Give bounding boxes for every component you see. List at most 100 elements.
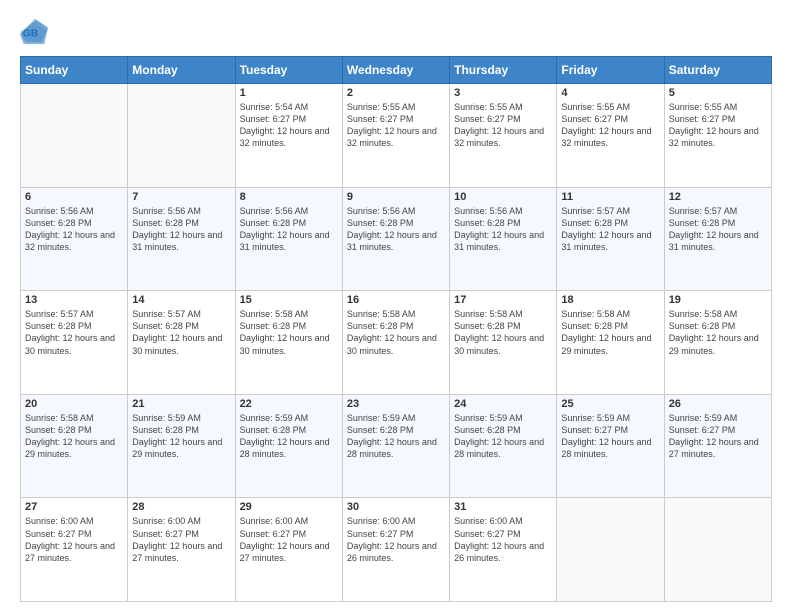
day-info: Sunrise: 6:00 AMSunset: 6:27 PMDaylight:…	[347, 515, 445, 564]
day-info: Sunrise: 5:57 AMSunset: 6:28 PMDaylight:…	[669, 205, 767, 254]
calendar-week-row: 6 Sunrise: 5:56 AMSunset: 6:28 PMDaylight…	[21, 187, 772, 291]
calendar-cell: 19Sunrise: 5:58 AMSunset: 6:28 PMDayligh…	[664, 291, 771, 395]
calendar-week-row: 1Sunrise: 5:54 AMSunset: 6:27 PMDaylight…	[21, 84, 772, 188]
day-info: Sunrise: 6:00 AMSunset: 6:27 PMDaylight:…	[454, 515, 552, 564]
calendar-cell: 16Sunrise: 5:58 AMSunset: 6:28 PMDayligh…	[342, 291, 449, 395]
calendar-header: SundayMondayTuesdayWednesdayThursdayFrid…	[21, 57, 772, 84]
weekday-header: Monday	[128, 57, 235, 84]
day-info: Sunrise: 5:57 AMSunset: 6:28 PMDaylight:…	[132, 308, 230, 357]
day-number: 25	[561, 398, 659, 410]
calendar-cell: 17 Sunrise: 5:58 AMSunset: 6:28 PMDayligh…	[450, 291, 557, 395]
day-number: 23	[347, 398, 445, 410]
calendar-cell	[128, 84, 235, 188]
day-info: Sunrise: 6:00 AMSunset: 6:27 PMDaylight:…	[25, 515, 123, 564]
calendar-cell: 27 Sunrise: 6:00 AMSunset: 6:27 PMDayligh…	[21, 498, 128, 602]
day-info: Sunrise: 5:59 AMSunset: 6:28 PMDaylight:…	[132, 412, 230, 461]
calendar-cell: 5 Sunrise: 5:55 AMSunset: 6:27 PMDaylight…	[664, 84, 771, 188]
day-number: 27	[25, 501, 123, 513]
day-number: 14	[132, 294, 230, 306]
calendar-week-row: 20Sunrise: 5:58 AMSunset: 6:28 PMDayligh…	[21, 394, 772, 498]
day-info: Sunrise: 5:56 AMSunset: 6:28 PMDaylight:…	[132, 205, 230, 254]
day-info: Sunrise: 5:56 AMSunset: 6:28 PMDaylight:…	[347, 205, 445, 254]
calendar-cell: 31Sunrise: 6:00 AMSunset: 6:27 PMDayligh…	[450, 498, 557, 602]
day-number: 17	[454, 294, 552, 306]
day-info: Sunrise: 5:58 AMSunset: 6:28 PMDaylight:…	[561, 308, 659, 357]
logo-icon: GB	[20, 18, 48, 46]
day-info: Sunrise: 5:58 AMSunset: 6:28 PMDaylight:…	[347, 308, 445, 357]
day-info: Sunrise: 5:59 AMSunset: 6:28 PMDaylight:…	[240, 412, 338, 461]
weekday-header: Thursday	[450, 57, 557, 84]
day-number: 24	[454, 398, 552, 410]
day-number: 19	[669, 294, 767, 306]
day-info: Sunrise: 5:56 AMSunset: 6:28 PMDaylight:…	[240, 205, 338, 254]
calendar-cell	[557, 498, 664, 602]
day-number: 18	[561, 294, 659, 306]
day-info: Sunrise: 5:59 AMSunset: 6:27 PMDaylight:…	[669, 412, 767, 461]
day-info: Sunrise: 5:57 AMSunset: 6:28 PMDaylight:…	[25, 308, 123, 357]
calendar-cell: 14 Sunrise: 5:57 AMSunset: 6:28 PMDayligh…	[128, 291, 235, 395]
day-number: 29	[240, 501, 338, 513]
calendar-cell: 11Sunrise: 5:57 AMSunset: 6:28 PMDayligh…	[557, 187, 664, 291]
weekday-header: Tuesday	[235, 57, 342, 84]
day-info: Sunrise: 5:56 AMSunset: 6:28 PMDaylight:…	[25, 205, 123, 254]
calendar-cell: 13Sunrise: 5:57 AMSunset: 6:28 PMDayligh…	[21, 291, 128, 395]
calendar-cell: 2Sunrise: 5:55 AMSunset: 6:27 PMDaylight…	[342, 84, 449, 188]
weekday-header: Sunday	[21, 57, 128, 84]
day-number: 4	[561, 87, 659, 99]
calendar-cell: 10 Sunrise: 5:56 AMSunset: 6:28 PMDayligh…	[450, 187, 557, 291]
day-info: Sunrise: 5:56 AMSunset: 6:28 PMDaylight:…	[454, 205, 552, 254]
day-info: Sunrise: 5:55 AMSunset: 6:27 PMDaylight:…	[347, 101, 445, 150]
calendar-cell: 30 Sunrise: 6:00 AMSunset: 6:27 PMDayligh…	[342, 498, 449, 602]
day-info: Sunrise: 5:55 AMSunset: 6:27 PMDaylight:…	[669, 101, 767, 150]
day-info: Sunrise: 5:58 AMSunset: 6:28 PMDaylight:…	[454, 308, 552, 357]
calendar-week-row: 13Sunrise: 5:57 AMSunset: 6:28 PMDayligh…	[21, 291, 772, 395]
calendar-cell: 26 Sunrise: 5:59 AMSunset: 6:27 PMDayligh…	[664, 394, 771, 498]
day-number: 9	[347, 191, 445, 203]
header: GB	[20, 18, 772, 46]
calendar-cell: 3Sunrise: 5:55 AMSunset: 6:27 PMDaylight…	[450, 84, 557, 188]
calendar-week-row: 27 Sunrise: 6:00 AMSunset: 6:27 PMDayligh…	[21, 498, 772, 602]
day-info: Sunrise: 6:00 AMSunset: 6:27 PMDaylight:…	[240, 515, 338, 564]
weekday-row: SundayMondayTuesdayWednesdayThursdayFrid…	[21, 57, 772, 84]
day-number: 28	[132, 501, 230, 513]
day-number: 10	[454, 191, 552, 203]
day-info: Sunrise: 6:00 AMSunset: 6:27 PMDaylight:…	[132, 515, 230, 564]
day-number: 30	[347, 501, 445, 513]
calendar-cell: 28 Sunrise: 6:00 AMSunset: 6:27 PMDayligh…	[128, 498, 235, 602]
day-number: 8	[240, 191, 338, 203]
calendar-cell: 18 Sunrise: 5:58 AMSunset: 6:28 PMDayligh…	[557, 291, 664, 395]
calendar-cell: 23 Sunrise: 5:59 AMSunset: 6:28 PMDayligh…	[342, 394, 449, 498]
day-number: 15	[240, 294, 338, 306]
calendar-cell: 29 Sunrise: 6:00 AMSunset: 6:27 PMDayligh…	[235, 498, 342, 602]
day-number: 20	[25, 398, 123, 410]
calendar-cell	[21, 84, 128, 188]
calendar-cell: 1Sunrise: 5:54 AMSunset: 6:27 PMDaylight…	[235, 84, 342, 188]
svg-text:GB: GB	[23, 29, 38, 40]
calendar-cell: 4 Sunrise: 5:55 AMSunset: 6:27 PMDaylight…	[557, 84, 664, 188]
day-info: Sunrise: 5:54 AMSunset: 6:27 PMDaylight:…	[240, 101, 338, 150]
calendar-body: 1Sunrise: 5:54 AMSunset: 6:27 PMDaylight…	[21, 84, 772, 602]
calendar-table: SundayMondayTuesdayWednesdayThursdayFrid…	[20, 56, 772, 602]
day-info: Sunrise: 5:55 AMSunset: 6:27 PMDaylight:…	[454, 101, 552, 150]
day-info: Sunrise: 5:57 AMSunset: 6:28 PMDaylight:…	[561, 205, 659, 254]
day-info: Sunrise: 5:59 AMSunset: 6:28 PMDaylight:…	[454, 412, 552, 461]
day-number: 5	[669, 87, 767, 99]
calendar-cell: 25 Sunrise: 5:59 AMSunset: 6:27 PMDayligh…	[557, 394, 664, 498]
day-info: Sunrise: 5:59 AMSunset: 6:27 PMDaylight:…	[561, 412, 659, 461]
day-info: Sunrise: 5:59 AMSunset: 6:28 PMDaylight:…	[347, 412, 445, 461]
day-number: 26	[669, 398, 767, 410]
calendar-cell: 24 Sunrise: 5:59 AMSunset: 6:28 PMDayligh…	[450, 394, 557, 498]
calendar-cell: 7Sunrise: 5:56 AMSunset: 6:28 PMDaylight…	[128, 187, 235, 291]
day-number: 12	[669, 191, 767, 203]
logo: GB	[20, 18, 52, 46]
page: GB SundayMondayTuesdayWednesdayThursdayF…	[0, 0, 792, 612]
calendar-cell: 20Sunrise: 5:58 AMSunset: 6:28 PMDayligh…	[21, 394, 128, 498]
weekday-header: Wednesday	[342, 57, 449, 84]
weekday-header: Friday	[557, 57, 664, 84]
day-number: 6	[25, 191, 123, 203]
calendar-cell: 22 Sunrise: 5:59 AMSunset: 6:28 PMDayligh…	[235, 394, 342, 498]
day-info: Sunrise: 5:55 AMSunset: 6:27 PMDaylight:…	[561, 101, 659, 150]
calendar-cell: 12 Sunrise: 5:57 AMSunset: 6:28 PMDayligh…	[664, 187, 771, 291]
day-number: 21	[132, 398, 230, 410]
day-number: 22	[240, 398, 338, 410]
